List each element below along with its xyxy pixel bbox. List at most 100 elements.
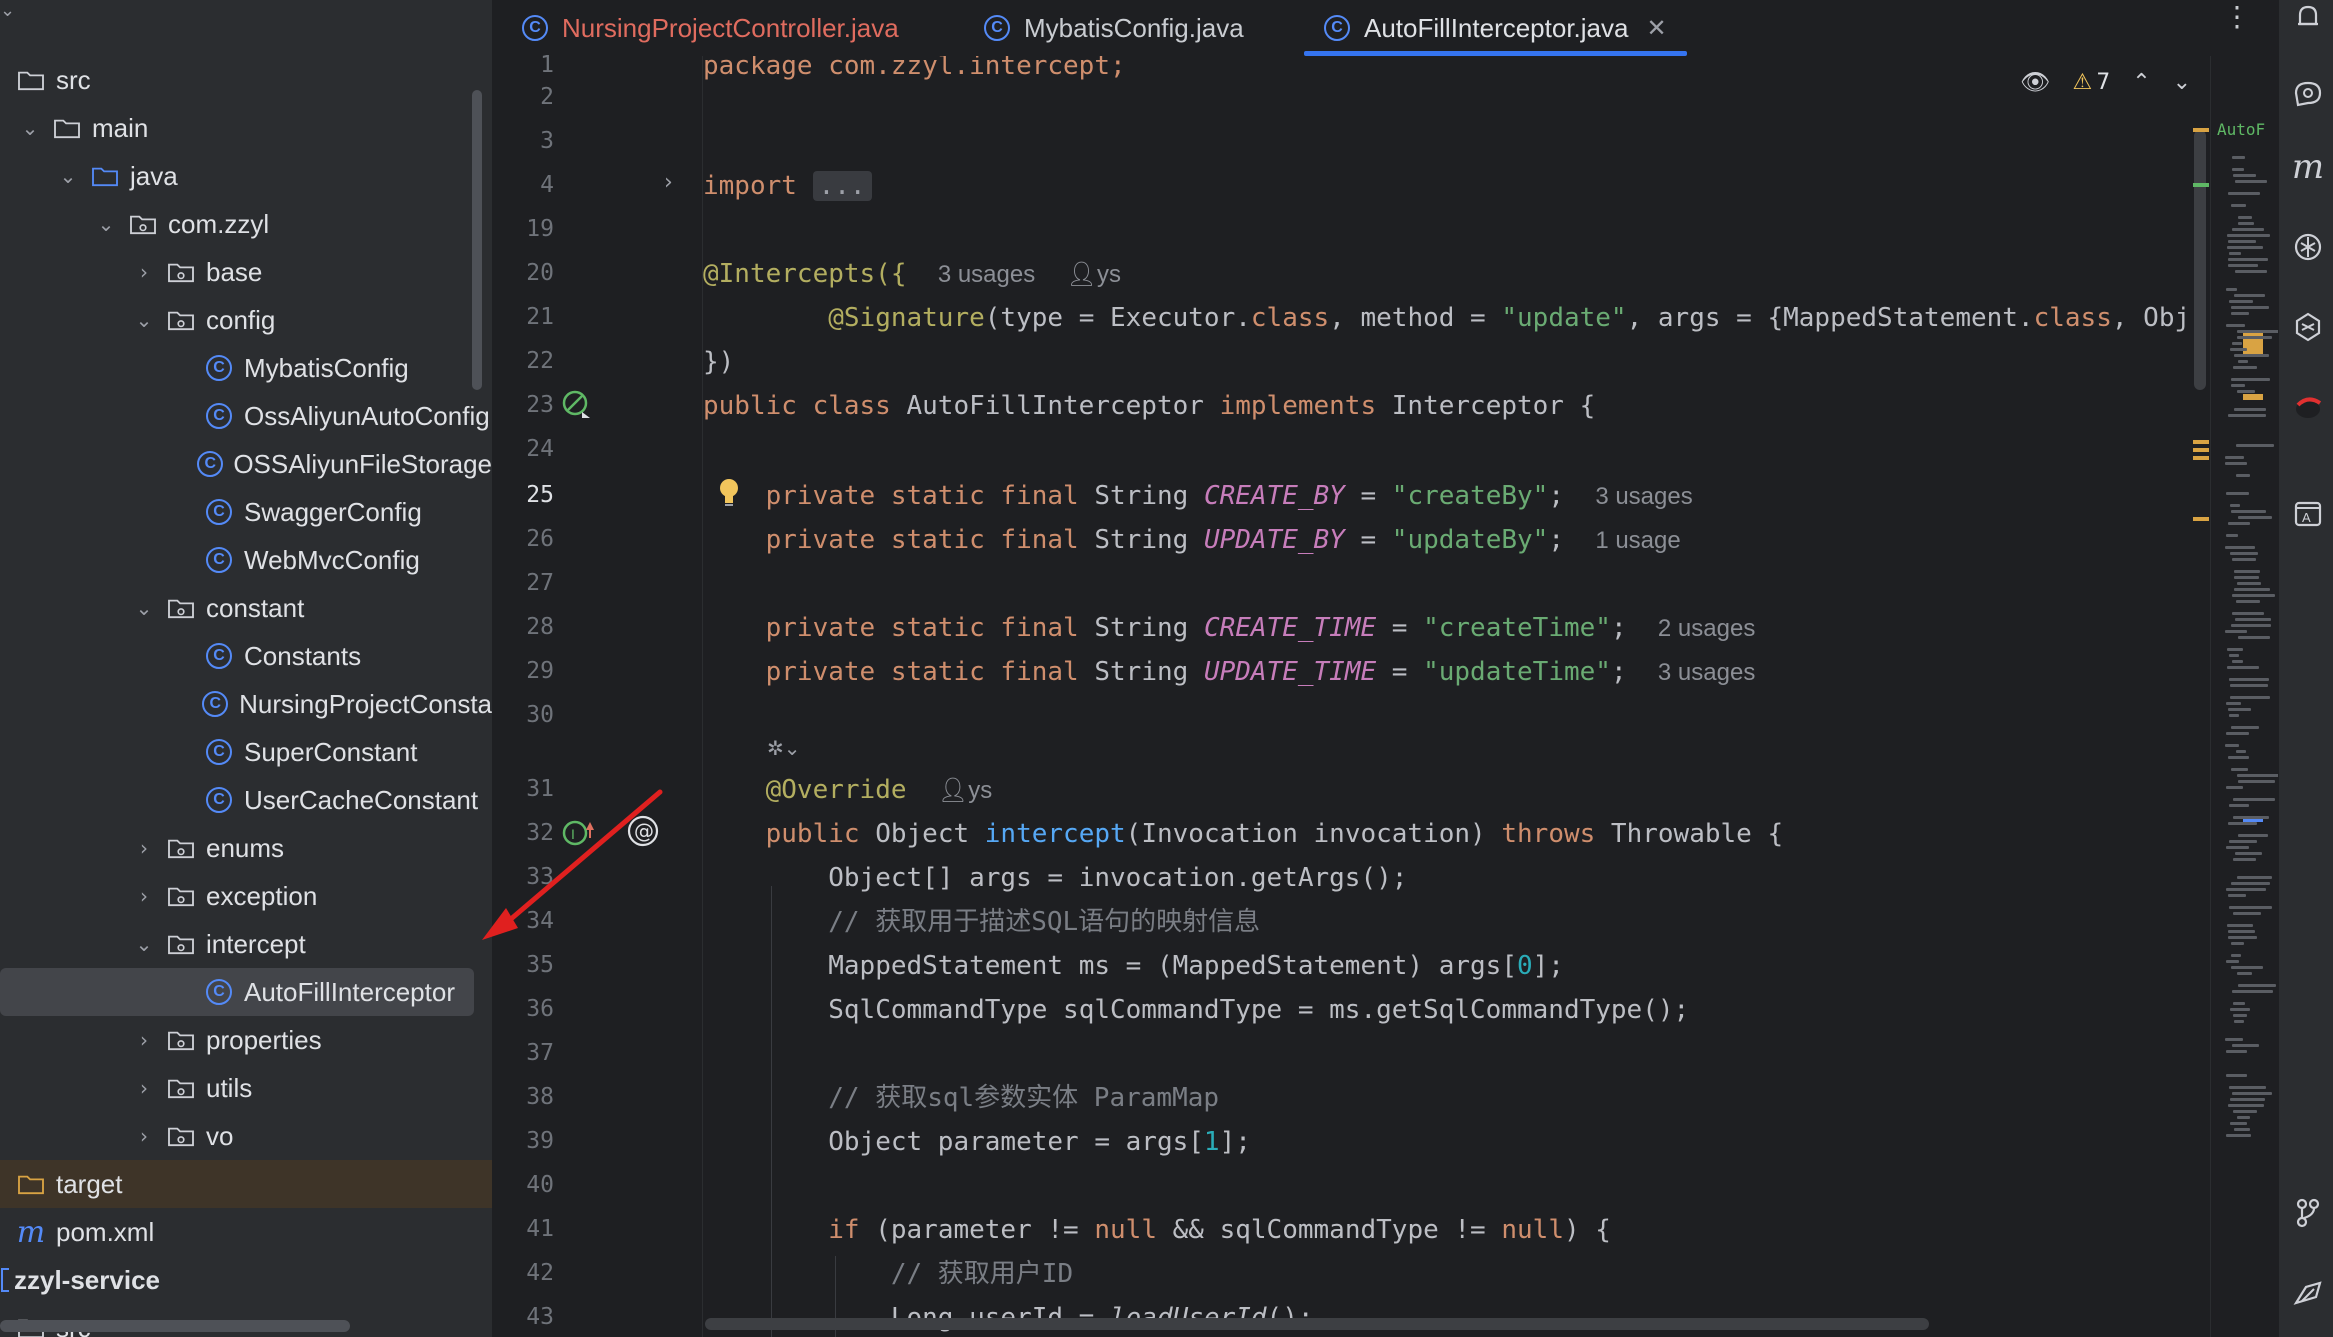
more-tabs-icon[interactable]: ⋮	[2222, 0, 2252, 40]
line-number[interactable]: 42	[492, 1260, 554, 1286]
chevron-right-icon[interactable]: ›	[130, 258, 158, 286]
tree-item-properties[interactable]: › properties	[0, 1016, 492, 1064]
tree-item-ossaliyunautoconfig[interactable]: C OssAliyunAutoConfig	[0, 392, 492, 440]
line-number[interactable]: 25	[492, 482, 554, 508]
line-number[interactable]: 36	[492, 996, 554, 1022]
ai-chat-icon[interactable]	[2291, 76, 2325, 110]
tree-item-swaggerconfig[interactable]: C SwaggerConfig	[0, 488, 492, 536]
tree-item-ossaliyunfilestorage[interactable]: C OSSAliyunFileStorage	[0, 440, 492, 488]
tree-item-vo[interactable]: › vo	[0, 1112, 492, 1160]
editor-vertical-scrollbar[interactable]	[2194, 130, 2206, 390]
warning-icon[interactable]: ⚠	[2072, 70, 2092, 95]
tree-item-enums[interactable]: › enums	[0, 824, 492, 872]
line-number[interactable]: 38	[492, 1084, 554, 1110]
line-number[interactable]: 1	[492, 52, 554, 78]
tree-item-base[interactable]: › base	[0, 248, 492, 296]
inspection-widget[interactable]: 👁︎ ⚠ 7 ⌃ ⌄	[2020, 64, 2191, 100]
terminal-icon[interactable]	[2291, 1276, 2325, 1310]
tree-item-nursingprojectconsta[interactable]: C NursingProjectConsta	[0, 680, 492, 728]
tab-nursing-project-controller[interactable]: C NursingProjectController.java	[522, 0, 899, 56]
line-number[interactable]: 21	[492, 304, 554, 330]
tree-item-src[interactable]: src	[0, 56, 492, 104]
usages-hint[interactable]: 3 usages	[1595, 483, 1692, 510]
usages-hint[interactable]: 3 usages	[1658, 659, 1755, 686]
error-stripe-marker[interactable]	[2193, 183, 2209, 187]
fold-import-chevron-icon[interactable]: ›	[664, 170, 673, 195]
line-number[interactable]: 41	[492, 1216, 554, 1242]
chevron-down-icon[interactable]: ⌄	[130, 930, 158, 958]
tree-item-autofillinterceptor[interactable]: C AutoFillInterceptor	[0, 968, 474, 1016]
ai-assistant-icon[interactable]: ✲⌄	[767, 736, 811, 766]
tree-item-config[interactable]: ⌄ config	[0, 296, 492, 344]
error-stripe-marker[interactable]	[2193, 517, 2209, 521]
line-number[interactable]: 24	[492, 436, 554, 462]
line-number[interactable]: 3	[492, 128, 554, 154]
tree-item-superconstant[interactable]: C SuperConstant	[0, 728, 492, 776]
tree-item-target[interactable]: target	[0, 1160, 492, 1208]
git-branch-icon[interactable]	[2291, 1196, 2325, 1230]
tree-item-usercacheconstant[interactable]: C UserCacheConstant	[0, 776, 492, 824]
tree-scrollbar[interactable]	[472, 90, 482, 390]
tree-item-com-zzyl[interactable]: ⌄ com.zzyl	[0, 200, 492, 248]
line-number[interactable]: 35	[492, 952, 554, 978]
tree-item-pom-xml[interactable]: m pom.xml	[0, 1208, 492, 1256]
close-icon[interactable]: ✕	[1646, 14, 1666, 43]
translate-icon[interactable]: A	[2291, 496, 2325, 530]
line-number[interactable]: 19	[492, 216, 554, 242]
line-number[interactable]: 4	[492, 172, 554, 198]
line-number[interactable]: 39	[492, 1128, 554, 1154]
usages-hint[interactable]: 3 usages	[938, 261, 1035, 288]
chevron-right-icon[interactable]: ›	[130, 1074, 158, 1102]
tab-auto-fill-interceptor[interactable]: C AutoFillInterceptor.java ✕	[1304, 0, 1687, 56]
copilot-icon[interactable]	[2291, 230, 2325, 264]
tree-item-intercept[interactable]: ⌄ intercept	[0, 920, 492, 968]
tree-item-utils[interactable]: › utils	[0, 1064, 492, 1112]
tree-item-constants[interactable]: C Constants	[0, 632, 492, 680]
line-number[interactable]: 2	[492, 84, 554, 110]
author-hint[interactable]: ys	[1097, 261, 1121, 288]
line-number[interactable]: 28	[492, 614, 554, 640]
import-fold[interactable]: ...	[812, 171, 872, 201]
line-number[interactable]: 20	[492, 260, 554, 286]
chevron-right-icon[interactable]: ›	[130, 882, 158, 910]
chevron-right-icon[interactable]: ›	[130, 1026, 158, 1054]
chevron-down-icon[interactable]: ⌄	[130, 594, 158, 622]
tree-item-constant[interactable]: ⌄ constant	[0, 584, 492, 632]
line-number[interactable]: 22	[492, 348, 554, 374]
collapse-chevron-icon[interactable]: ⌄	[0, 0, 20, 21]
error-stripe-marker[interactable]	[2193, 128, 2209, 132]
chevron-down-icon[interactable]: ⌄	[16, 114, 44, 142]
line-number[interactable]: 37	[492, 1040, 554, 1066]
reader-mode-icon[interactable]: 👁︎	[2020, 68, 2050, 96]
error-stripe-marker[interactable]	[2193, 440, 2209, 444]
implements-gutter-icon[interactable]	[562, 390, 592, 420]
maven-icon[interactable]: m	[2291, 147, 2325, 187]
line-number[interactable]: 29	[492, 658, 554, 684]
line-number[interactable]: 40	[492, 1172, 554, 1198]
author-hint[interactable]: ys	[968, 777, 992, 804]
tree-item-mybatisconfig[interactable]: C MybatisConfig	[0, 344, 492, 392]
usages-hint[interactable]: 1 usage	[1595, 527, 1680, 554]
next-highlight-icon[interactable]: ⌄	[2173, 70, 2191, 95]
plugin-icon[interactable]	[2291, 390, 2325, 424]
editor-horizontal-scrollbar[interactable]	[705, 1318, 1929, 1330]
notifications-icon[interactable]	[2291, 0, 2325, 34]
chevron-down-icon[interactable]: ⌄	[130, 306, 158, 334]
tree-horizontal-scrollbar[interactable]	[0, 1320, 350, 1332]
error-stripe-marker[interactable]	[2193, 448, 2209, 452]
tree-item-zzyl-service[interactable]: zzyl-service	[0, 1256, 492, 1304]
line-number[interactable]: 30	[492, 702, 554, 728]
chevron-right-icon[interactable]: ›	[130, 1122, 158, 1150]
code-minimap[interactable]: AutoF	[2210, 56, 2279, 1337]
tree-item-webmvcconfig[interactable]: C WebMvcConfig	[0, 536, 492, 584]
previous-highlight-icon[interactable]: ⌃	[2132, 70, 2150, 95]
chevron-right-icon[interactable]: ›	[130, 834, 158, 862]
chevron-down-icon[interactable]: ⌄	[54, 162, 82, 190]
line-number[interactable]: 27	[492, 570, 554, 596]
line-number[interactable]: 26	[492, 526, 554, 552]
tree-item-main[interactable]: ⌄ main	[0, 104, 492, 152]
usages-hint[interactable]: 2 usages	[1658, 615, 1755, 642]
tree-item-exception[interactable]: › exception	[0, 872, 492, 920]
tree-item-java[interactable]: ⌄ java	[0, 152, 492, 200]
code-editor[interactable]: package com.zzyl.intercept; import ... @…	[703, 56, 2210, 1337]
